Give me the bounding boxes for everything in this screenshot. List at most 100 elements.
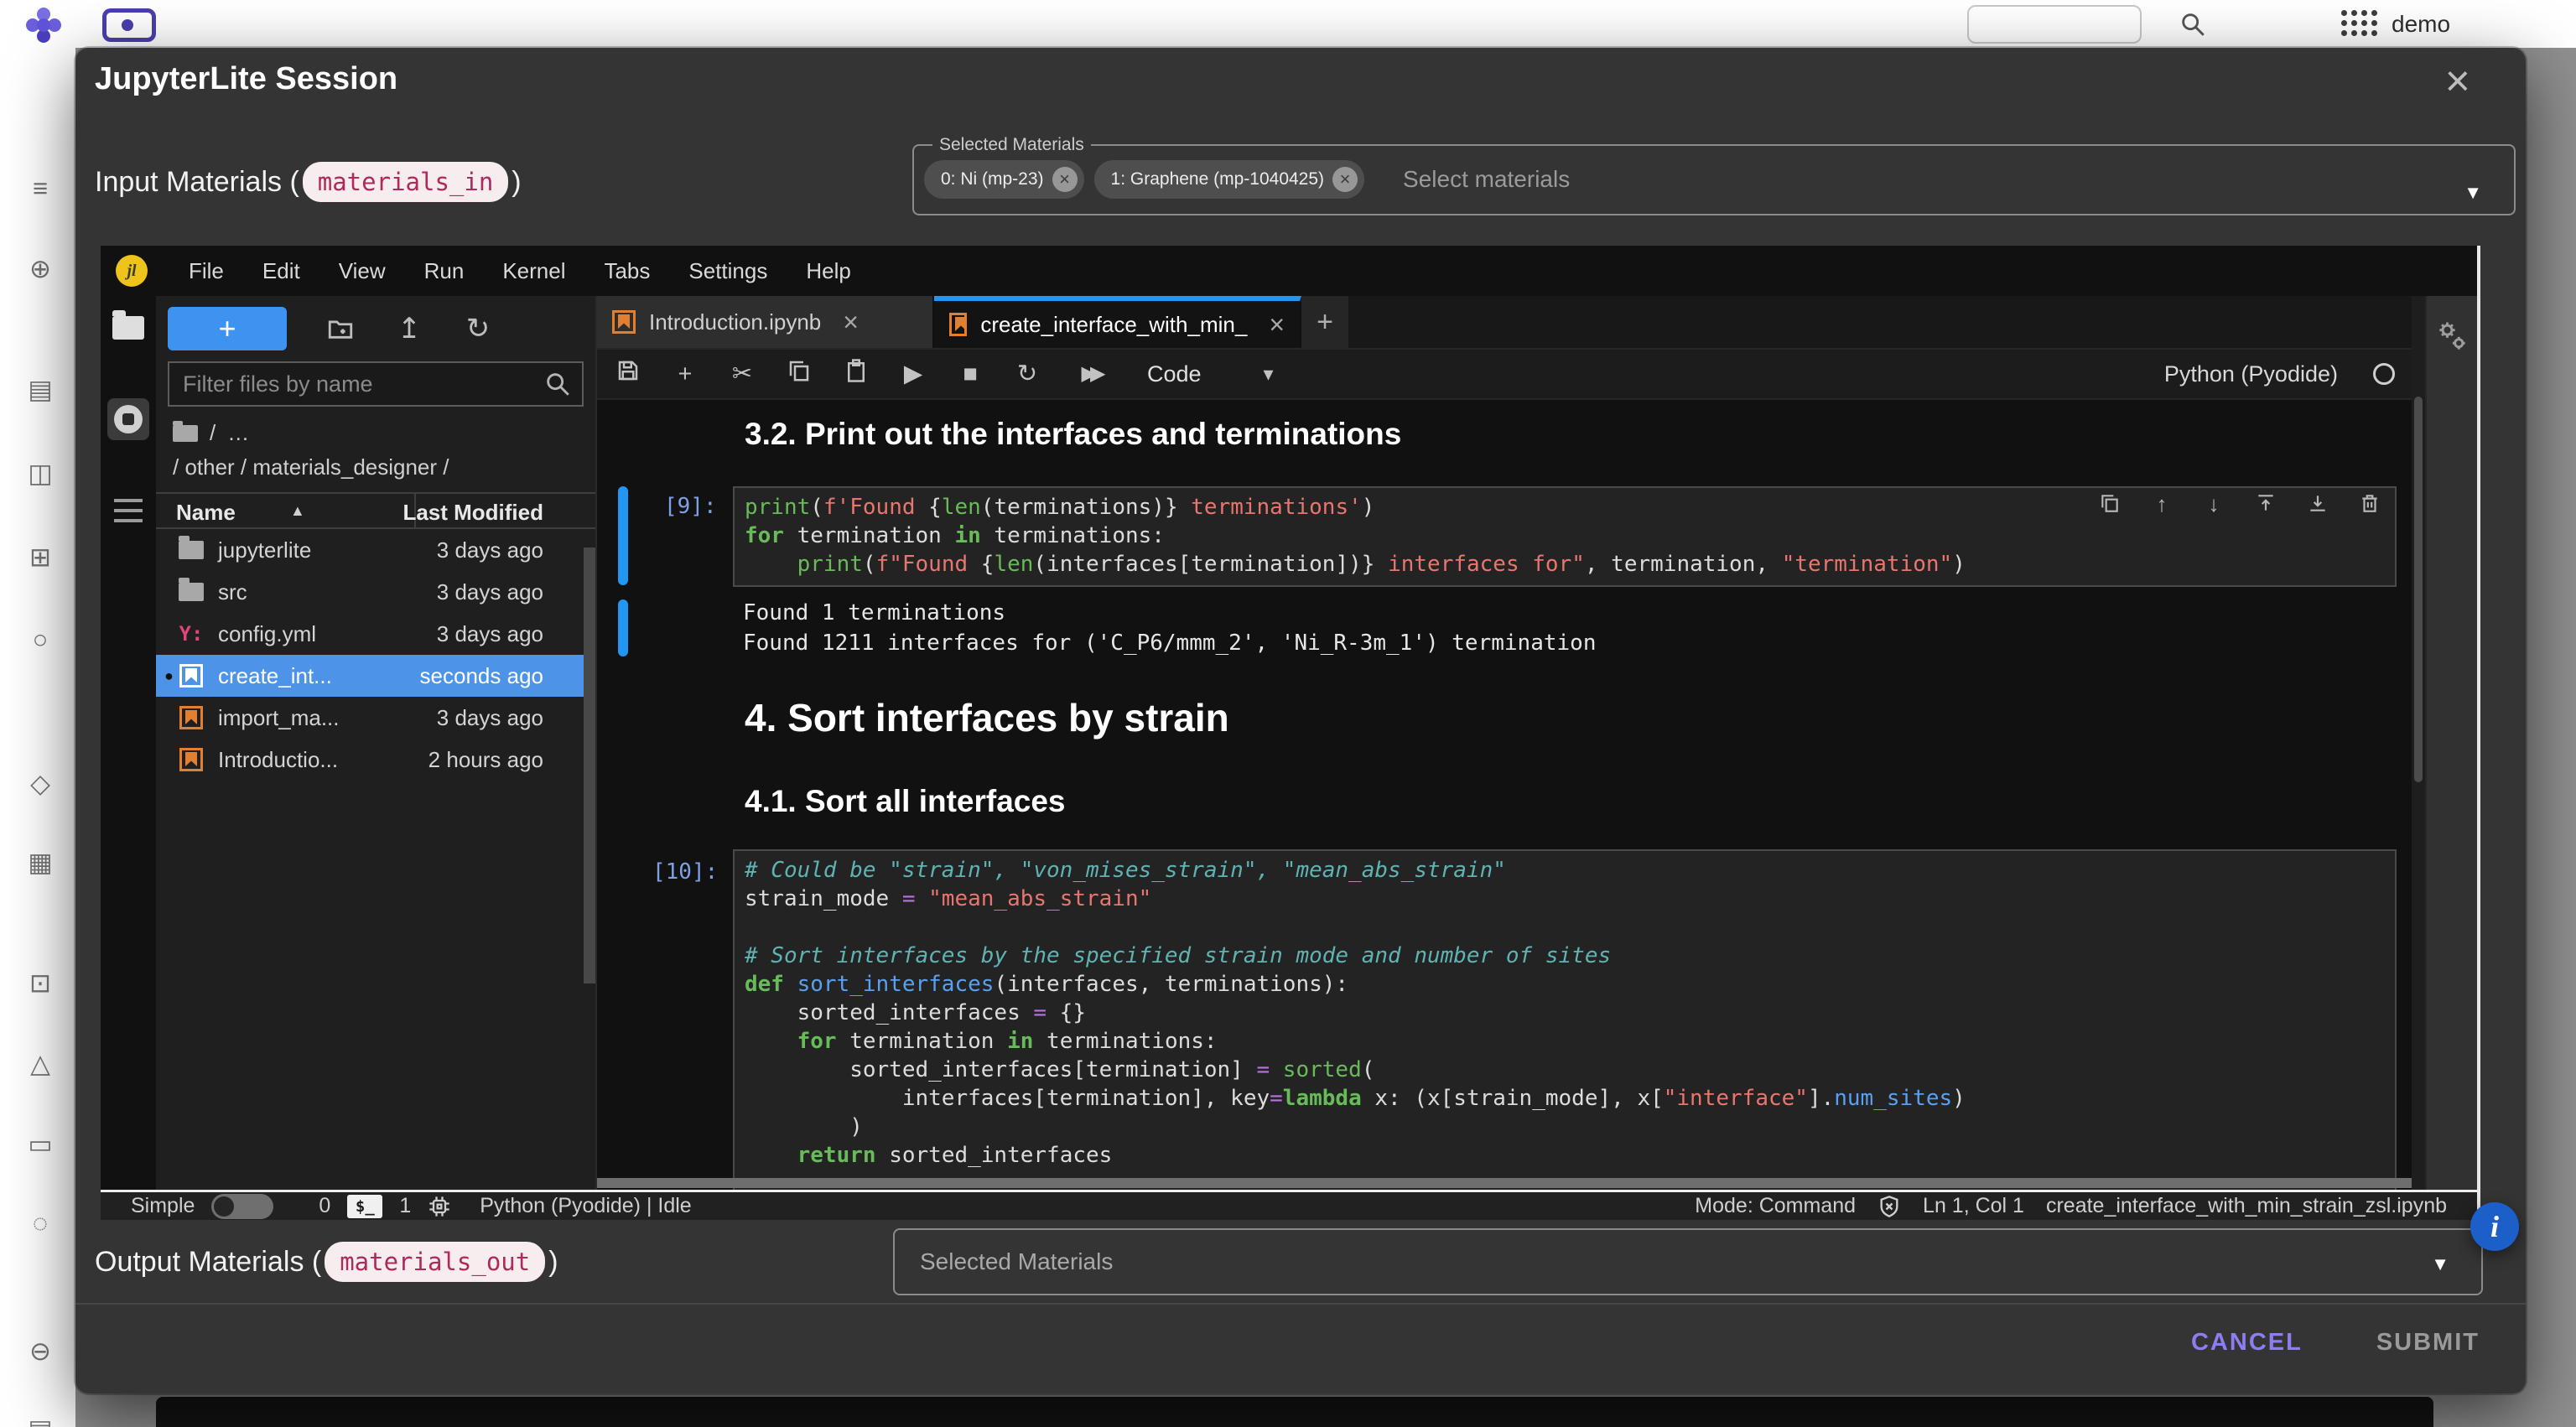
save-icon[interactable] [614, 358, 642, 390]
info-button[interactable]: i [2470, 1202, 2519, 1251]
breadcrumb-path[interactable]: / other / materials_designer / [156, 446, 595, 480]
chip-delete-icon[interactable]: × [1052, 167, 1078, 192]
breadcrumb-ellipsis[interactable]: … [227, 420, 249, 446]
close-icon[interactable]: × [2445, 60, 2470, 103]
insert-above-icon[interactable] [2254, 492, 2277, 516]
add-cell-icon[interactable]: + [671, 360, 699, 388]
rail-icon-8[interactable]: ▦ [19, 848, 61, 878]
menu-file[interactable]: File [169, 258, 243, 284]
rail-icon-11[interactable]: ▭ [19, 1129, 61, 1160]
stop-icon[interactable]: ■ [956, 360, 984, 388]
table-row[interactable]: Introductio... 2 hours ago [156, 739, 595, 781]
sort-asc-icon[interactable]: ▲ [290, 502, 305, 520]
rail-icon-9[interactable]: ⊡ [19, 968, 61, 999]
scrollbar[interactable] [584, 547, 595, 983]
chip-delete-icon[interactable]: × [1332, 167, 1358, 192]
restart-run-all-icon[interactable]: ▶▶ [1070, 360, 1110, 388]
output-collapser[interactable] [618, 599, 628, 656]
avatar[interactable] [2341, 10, 2380, 39]
material-chip[interactable]: 1: Graphene (mp-1040425) × [1094, 160, 1365, 199]
search-icon[interactable] [2179, 10, 2207, 39]
terminals-count[interactable]: 0 [319, 1194, 330, 1218]
table-row[interactable]: Y: config.yml 3 days ago [156, 613, 595, 655]
kernel-status-label[interactable]: Python (Pyodide) | Idle [480, 1194, 691, 1218]
column-last-modified[interactable]: Last Modified [402, 500, 543, 526]
notebook-content: 3.2. Print out the interfaces and termin… [597, 400, 2412, 1190]
output-materials-select[interactable]: Selected Materials ▼ [893, 1228, 2483, 1295]
new-launcher-button[interactable]: + [168, 307, 287, 350]
rail-icon-4[interactable]: ◫ [19, 459, 61, 489]
username-label[interactable]: demo [2392, 11, 2450, 38]
tab-introduction[interactable]: Introduction.ipynb × [597, 296, 934, 348]
jupyter-body: + ↥ ↻ / [101, 296, 2477, 1190]
cancel-button[interactable]: CANCEL [2191, 1329, 2303, 1357]
table-row[interactable]: src 3 days ago [156, 571, 595, 613]
status-filename[interactable]: create_interface_with_min_strain_zsl.ipy… [2046, 1194, 2447, 1218]
breadcrumb-root[interactable]: / [210, 420, 216, 446]
cell-type-dropdown[interactable]: Code [1147, 361, 1202, 387]
simple-mode-toggle[interactable] [211, 1194, 273, 1219]
rail-icon-10[interactable]: △ [19, 1049, 61, 1079]
submit-button[interactable]: SUBMIT [2376, 1329, 2480, 1357]
rail-icon-2[interactable]: ⊕ [19, 254, 61, 284]
property-inspector-gears-icon[interactable] [2433, 318, 2470, 355]
move-up-icon[interactable]: ↑ [2150, 492, 2174, 516]
copy-icon[interactable] [785, 358, 813, 390]
kernel-name[interactable]: Python (Pyodide) [2164, 361, 2338, 387]
paste-icon[interactable] [842, 358, 870, 390]
menu-tabs[interactable]: Tabs [584, 258, 669, 284]
table-row-selected[interactable]: ● create_int... seconds ago [156, 655, 595, 697]
run-icon[interactable]: ▶ [899, 360, 927, 388]
vertical-scrollbar[interactable] [2412, 296, 2425, 1190]
cursor-position-label[interactable]: Ln 1, Col 1 [1923, 1194, 2024, 1218]
column-name[interactable]: Name [176, 500, 236, 526]
rail-icon-5[interactable]: ⊞ [19, 542, 61, 573]
menu-edit[interactable]: Edit [243, 258, 319, 284]
menu-view[interactable]: View [319, 258, 405, 284]
file-browser-icon[interactable] [112, 316, 144, 340]
chevron-down-icon[interactable]: ▾ [1264, 362, 1274, 387]
file-name: Introductio... [218, 747, 338, 773]
chevron-down-icon[interactable]: ▼ [2431, 1253, 2449, 1275]
restart-kernel-icon[interactable]: ↻ [1013, 360, 1041, 388]
material-chip[interactable]: 0: Ni (mp-23) × [924, 160, 1084, 199]
close-icon[interactable]: × [843, 307, 859, 338]
table-row[interactable]: jupyterlite 3 days ago [156, 529, 595, 571]
rail-icon-14[interactable]: ▤ [19, 1414, 61, 1427]
tab-create-interface[interactable]: create_interface_with_min_ × [934, 296, 1301, 348]
new-tab-button[interactable]: + [1301, 296, 1348, 348]
menu-kernel[interactable]: Kernel [483, 258, 584, 284]
horizontal-scrollbar[interactable] [597, 1178, 2412, 1188]
close-icon[interactable]: × [1269, 309, 1285, 340]
rail-icon-13[interactable]: ⊖ [19, 1336, 61, 1367]
menu-settings[interactable]: Settings [669, 258, 787, 284]
duplicate-cell-icon[interactable] [2098, 492, 2122, 516]
delete-cell-icon[interactable] [2358, 492, 2381, 516]
new-folder-icon[interactable] [325, 314, 356, 344]
search-input[interactable] [169, 371, 543, 397]
rail-menu-icon[interactable]: ≡ [19, 174, 61, 204]
rail-icon-3[interactable]: ▤ [19, 375, 61, 405]
folder-icon[interactable] [173, 425, 198, 442]
topbar-pill-button[interactable] [1967, 5, 2142, 44]
kernels-count[interactable]: 1 [399, 1194, 411, 1218]
code-cell[interactable]: # Could be "strain", "von_mises_strain",… [733, 849, 2397, 1190]
insert-below-icon[interactable] [2306, 492, 2329, 516]
chevron-down-icon[interactable]: ▼ [2464, 182, 2482, 204]
rail-icon-6[interactable]: ○ [19, 625, 61, 655]
running-sessions-icon[interactable] [107, 398, 149, 440]
rail-icon-12[interactable]: ◌ [19, 1208, 61, 1238]
refresh-icon[interactable]: ↻ [463, 314, 493, 344]
menu-help[interactable]: Help [787, 258, 870, 284]
cut-icon[interactable]: ✂ [728, 360, 756, 388]
rail-icon-7[interactable]: ◇ [19, 769, 61, 799]
menu-run[interactable]: Run [405, 258, 484, 284]
cell-collapser[interactable] [618, 486, 628, 585]
upload-icon[interactable]: ↥ [394, 314, 424, 344]
selected-materials-combobox[interactable]: Selected Materials 0: Ni (mp-23) × 1: Gr… [912, 135, 2516, 215]
table-of-contents-icon[interactable] [114, 499, 143, 502]
command-mode-label[interactable]: Mode: Command [1695, 1194, 1856, 1218]
kernel-status-icon[interactable] [2373, 363, 2395, 385]
move-down-icon[interactable]: ↓ [2202, 492, 2225, 516]
table-row[interactable]: import_ma... 3 days ago [156, 697, 595, 739]
